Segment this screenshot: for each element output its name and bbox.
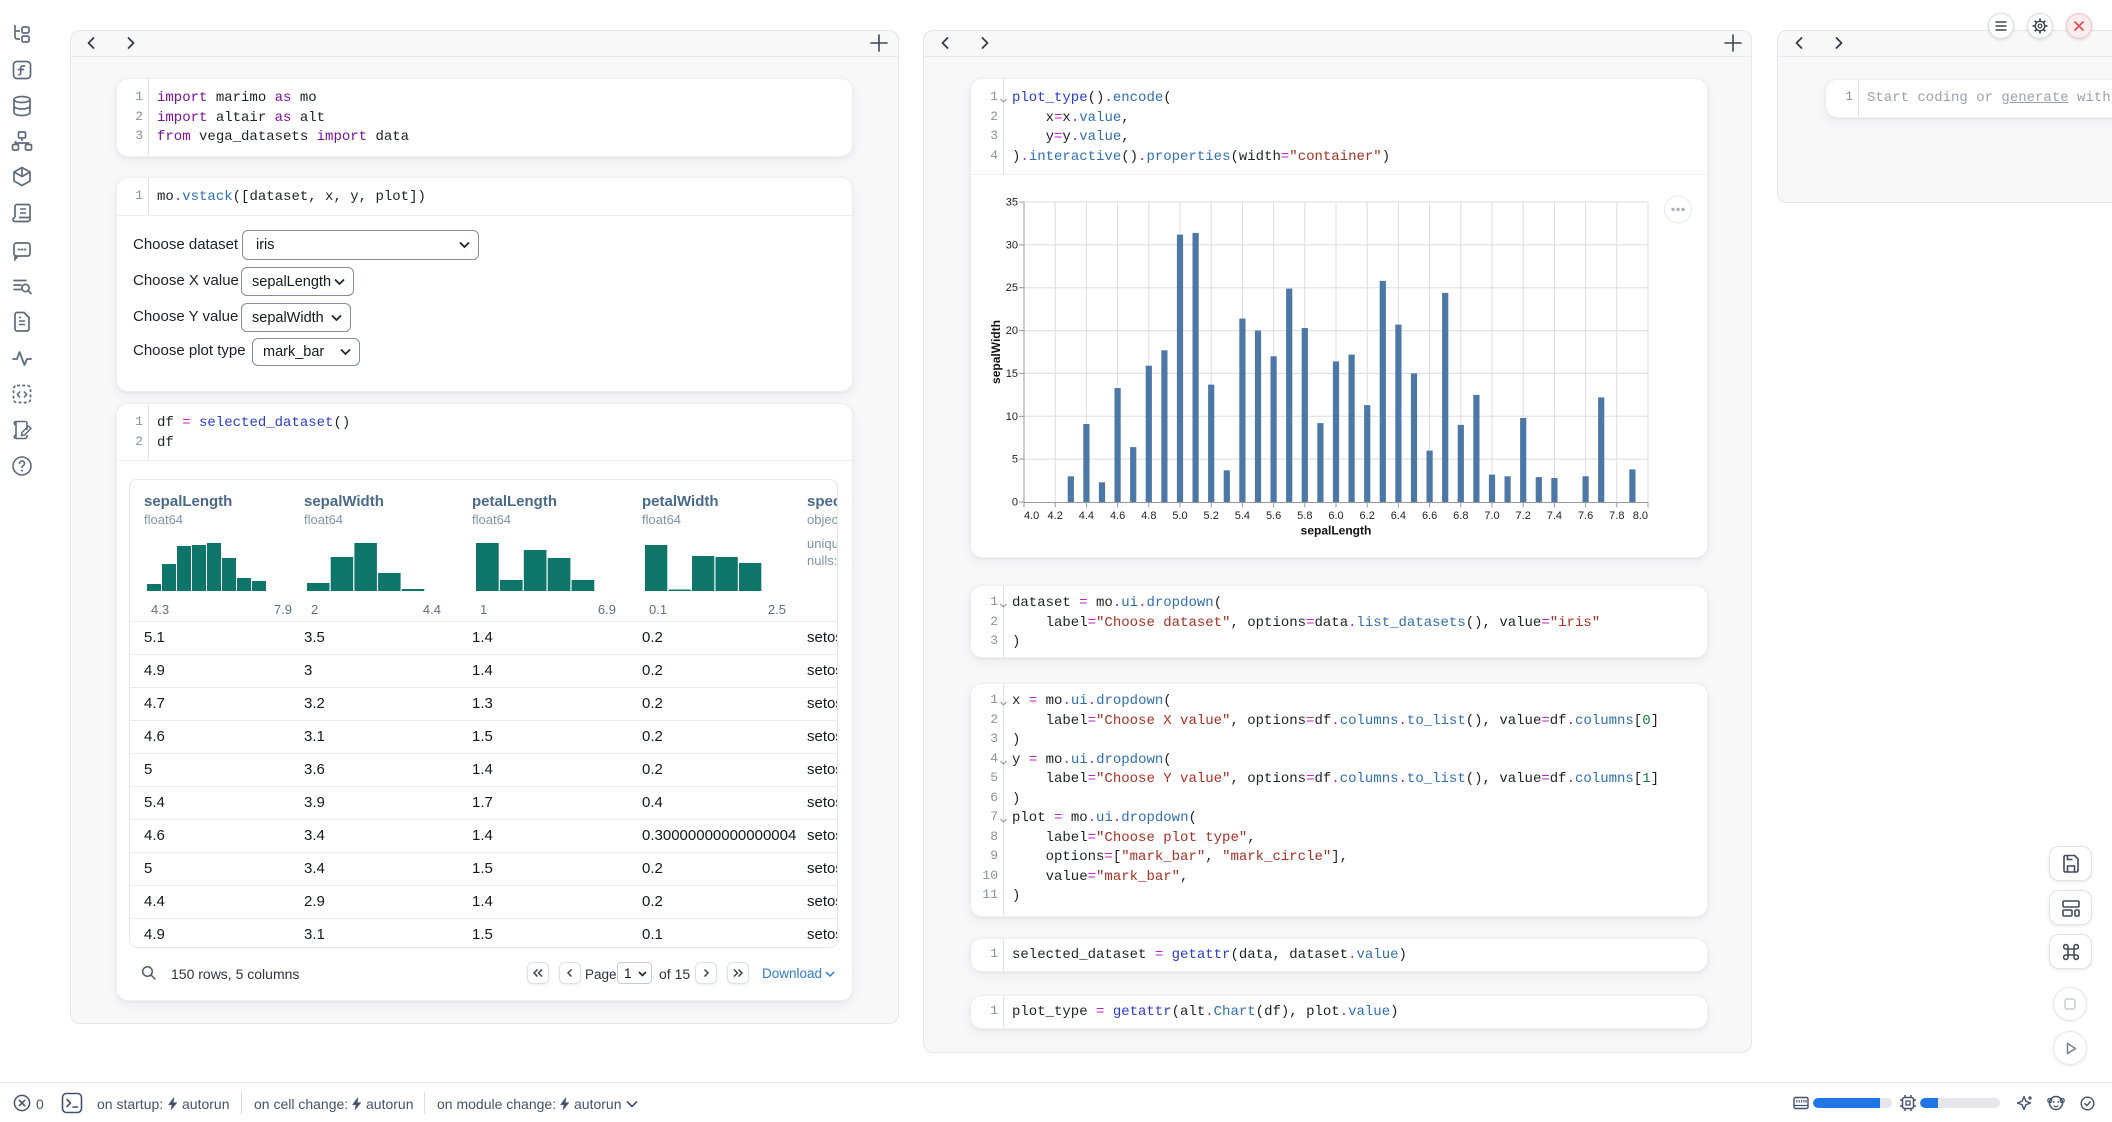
svg-text:8.0: 8.0: [1633, 510, 1648, 522]
svg-text:7.0: 7.0: [1484, 510, 1499, 522]
svg-text:6.4: 6.4: [1391, 510, 1406, 522]
svg-text:5.0: 5.0: [1172, 510, 1187, 522]
svg-text:15: 15: [1006, 368, 1018, 380]
svg-text:30: 30: [1006, 239, 1018, 251]
svg-text:4.2: 4.2: [1048, 510, 1063, 522]
svg-text:7.8: 7.8: [1609, 510, 1624, 522]
svg-text:0: 0: [1012, 497, 1018, 509]
svg-text:5.4: 5.4: [1235, 510, 1250, 522]
svg-text:4.4: 4.4: [1079, 510, 1094, 522]
svg-text:6.2: 6.2: [1360, 510, 1375, 522]
svg-text:25: 25: [1006, 282, 1018, 294]
svg-text:5: 5: [1012, 454, 1018, 466]
svg-text:4.0: 4.0: [1024, 510, 1039, 522]
svg-text:35: 35: [1006, 197, 1018, 209]
svg-text:6.8: 6.8: [1453, 510, 1468, 522]
svg-text:4.8: 4.8: [1141, 510, 1156, 522]
svg-text:sepalWidth: sepalWidth: [989, 320, 1003, 384]
svg-text:6.0: 6.0: [1328, 510, 1343, 522]
svg-text:sepalLength: sepalLength: [1301, 524, 1372, 538]
svg-text:7.6: 7.6: [1578, 510, 1593, 522]
svg-text:10: 10: [1006, 411, 1018, 423]
svg-text:7.4: 7.4: [1547, 510, 1562, 522]
svg-text:5.6: 5.6: [1266, 510, 1281, 522]
svg-text:20: 20: [1006, 325, 1018, 337]
svg-text:5.2: 5.2: [1204, 510, 1219, 522]
svg-text:5.8: 5.8: [1297, 510, 1312, 522]
svg-text:6.6: 6.6: [1422, 510, 1437, 522]
svg-text:7.2: 7.2: [1516, 510, 1531, 522]
svg-text:4.6: 4.6: [1110, 510, 1125, 522]
